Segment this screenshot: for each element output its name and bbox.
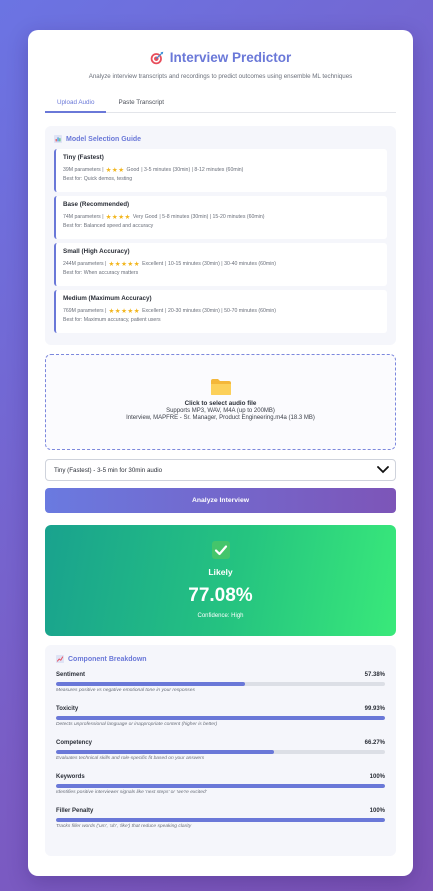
prediction-result: Likely 77.08% Confidence: High bbox=[45, 525, 396, 636]
upload-formats: Supports MP3, WAV, M4A (up to 200MB) bbox=[166, 408, 275, 414]
breakdown-title: Component Breakdown bbox=[68, 655, 147, 663]
page-title: Interview Predictor bbox=[169, 50, 292, 65]
model-card-small: Small (High Accuracy) 244M parameters | … bbox=[54, 243, 387, 286]
metric-filler-penalty: Filler Penalty 100% Tracks filler words … bbox=[56, 808, 385, 835]
model-best-for: Best for: When accuracy matters bbox=[63, 270, 139, 276]
model-timing: | 10-15 minutes (30min) | 30-40 minutes … bbox=[165, 261, 276, 267]
metric-header: Toxicity 99.93% bbox=[56, 706, 385, 712]
predictor-card: Interview Predictor Analyze interview tr… bbox=[28, 30, 413, 876]
metric-value: 57.38% bbox=[364, 672, 385, 678]
check-mark-icon bbox=[211, 541, 230, 559]
metric-description: Measures positive vs negative emotional … bbox=[56, 688, 195, 693]
metric-value: 99.93% bbox=[364, 706, 385, 712]
model-card-tiny: Tiny (Fastest) 39M parameters | ★★★ Good… bbox=[54, 149, 387, 192]
breakdown-header: Component Breakdown bbox=[56, 655, 385, 663]
guide-title: Model Selection Guide bbox=[66, 135, 142, 143]
metric-name: Toxicity bbox=[56, 706, 79, 712]
model-meta: 39M parameters | ★★★ Good | 3-5 minutes … bbox=[63, 166, 380, 174]
model-best-for: Best for: Maximum accuracy, patient user… bbox=[63, 317, 161, 323]
tab-paste-transcript[interactable]: Paste Transcript bbox=[106, 98, 176, 113]
metric-description: Tracks filler words ('um', 'uh', 'like')… bbox=[56, 824, 192, 829]
model-name: Tiny (Fastest) bbox=[63, 154, 104, 161]
upload-prompt: Click to select audio file bbox=[184, 400, 257, 407]
metric-name: Filler Penalty bbox=[56, 808, 94, 814]
metric-header: Competency 66.27% bbox=[56, 740, 385, 746]
metric-header: Filler Penalty 100% bbox=[56, 808, 385, 814]
metric-bar-fill bbox=[56, 784, 385, 788]
title-row: Interview Predictor bbox=[45, 50, 396, 65]
model-params: 39M parameters | bbox=[63, 167, 104, 173]
metric-name: Keywords bbox=[56, 774, 85, 780]
model-rating: Good bbox=[126, 167, 140, 173]
folder-icon bbox=[210, 379, 231, 395]
metric-value: 100% bbox=[369, 808, 385, 814]
model-select[interactable]: Tiny (Fastest) - 3-5 min for 30min audio bbox=[45, 459, 396, 481]
model-timing: | 3-5 minutes (30min) | 8-12 minutes (60… bbox=[141, 167, 244, 173]
metric-bar-fill bbox=[56, 682, 245, 686]
metric-competency: Competency 66.27% Evaluates technical sk… bbox=[56, 740, 385, 767]
model-params: 769M parameters | bbox=[63, 308, 107, 314]
model-name: Small (High Accuracy) bbox=[63, 248, 130, 255]
model-select-value: Tiny (Fastest) - 3-5 min for 30min audio bbox=[54, 466, 163, 474]
metric-value: 100% bbox=[369, 774, 385, 780]
audio-upload-dropzone[interactable]: Click to select audio file Supports MP3,… bbox=[45, 354, 396, 450]
model-selection-guide: Model Selection Guide Tiny (Fastest) 39M… bbox=[45, 126, 396, 345]
prediction-percent: 77.08% bbox=[188, 585, 253, 606]
model-best-for: Best for: Balanced speed and accuracy bbox=[63, 223, 154, 229]
metric-sentiment: Sentiment 57.38% Measures positive vs ne… bbox=[56, 672, 385, 699]
model-name: Base (Recommended) bbox=[63, 201, 130, 208]
tab-bar: Upload Audio Paste Transcript bbox=[45, 98, 396, 113]
metric-bar bbox=[56, 716, 385, 720]
model-params: 74M parameters | bbox=[63, 214, 104, 220]
guide-header: Model Selection Guide bbox=[54, 135, 387, 143]
trend-chart-icon bbox=[56, 655, 64, 663]
model-timing: | 20-30 minutes (30min) | 50-70 minutes … bbox=[165, 308, 276, 314]
model-card-base: Base (Recommended) 74M parameters | ★★★★… bbox=[54, 196, 387, 239]
selected-file-name: Interview, MAPFRE - Sr. Manager, Product… bbox=[126, 415, 315, 421]
model-meta: 769M parameters | ★★★★★ Excellent | 20-3… bbox=[63, 307, 380, 315]
model-meta: 244M parameters | ★★★★★ Excellent | 10-1… bbox=[63, 260, 380, 268]
metric-bar-fill bbox=[56, 716, 385, 720]
prediction-confidence: Confidence: High bbox=[197, 613, 244, 619]
metric-toxicity: Toxicity 99.93% Detects unprofessional l… bbox=[56, 706, 385, 733]
chevron-down-icon bbox=[377, 466, 389, 474]
analyze-interview-button[interactable]: Analyze Interview bbox=[45, 488, 396, 513]
model-best-for: Best for: Quick demos, testing bbox=[63, 176, 133, 182]
page-subtitle: Analyze interview transcripts and record… bbox=[88, 73, 353, 80]
model-rating: Excellent bbox=[142, 261, 164, 267]
model-params: 244M parameters | bbox=[63, 261, 107, 267]
metric-keywords: Keywords 100% Identifies positive interv… bbox=[56, 774, 385, 801]
metric-name: Sentiment bbox=[56, 672, 86, 678]
metric-value: 66.27% bbox=[364, 740, 385, 746]
rating-stars-icon: ★★★★★ bbox=[108, 308, 141, 315]
model-rating: Excellent bbox=[142, 308, 164, 314]
model-card-medium: Medium (Maximum Accuracy) 769M parameter… bbox=[54, 290, 387, 333]
metric-description: Evaluates technical skills and role-spec… bbox=[56, 756, 205, 761]
metric-bar-fill bbox=[56, 750, 275, 754]
metric-description: Detects unprofessional language or inapp… bbox=[56, 722, 218, 727]
metric-bar bbox=[56, 818, 385, 822]
metric-bar bbox=[56, 750, 385, 754]
bar-chart-icon bbox=[54, 135, 62, 143]
model-timing: | 5-8 minutes (30min) | 15-20 minutes (6… bbox=[159, 214, 265, 220]
metric-bar-fill bbox=[56, 818, 385, 822]
model-rating: Very Good bbox=[132, 214, 158, 220]
rating-stars-icon: ★★★★ bbox=[105, 214, 131, 221]
target-icon bbox=[150, 51, 164, 64]
rating-stars-icon: ★★★★★ bbox=[108, 261, 141, 268]
model-name: Medium (Maximum Accuracy) bbox=[63, 295, 152, 302]
rating-stars-icon: ★★★ bbox=[105, 167, 125, 174]
metric-header: Sentiment 57.38% bbox=[56, 672, 385, 678]
metric-description: Identifies positive interviewer signals … bbox=[56, 790, 207, 795]
metric-bar bbox=[56, 682, 385, 686]
component-breakdown: Component Breakdown Sentiment 57.38% Mea… bbox=[45, 645, 396, 856]
prediction-label: Likely bbox=[208, 567, 233, 577]
metric-bar bbox=[56, 784, 385, 788]
metric-name: Competency bbox=[56, 740, 93, 746]
metric-header: Keywords 100% bbox=[56, 774, 385, 780]
model-meta: 74M parameters | ★★★★ Very Good | 5-8 mi… bbox=[63, 213, 380, 221]
tab-upload-audio[interactable]: Upload Audio bbox=[45, 98, 107, 113]
